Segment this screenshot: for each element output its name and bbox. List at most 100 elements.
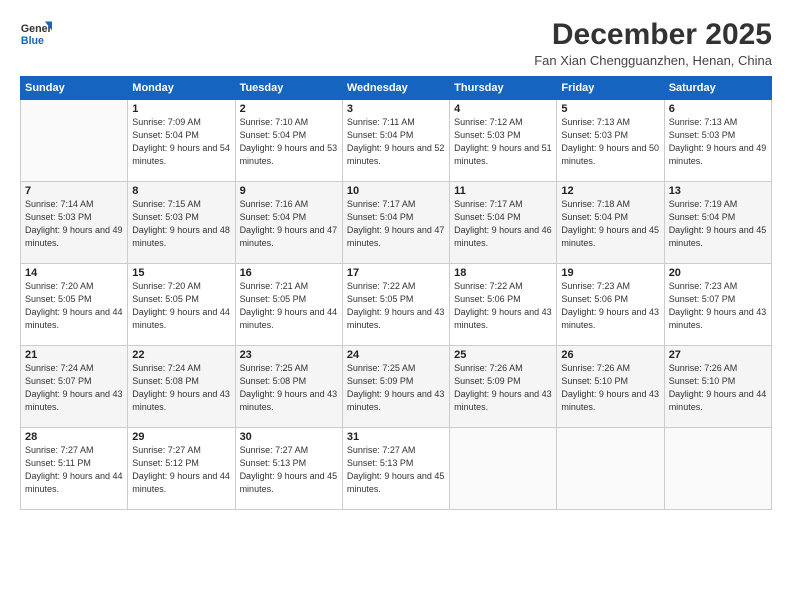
day-number: 5 <box>561 103 659 115</box>
cell-info: Sunrise: 7:27 AMSunset: 5:13 PMDaylight:… <box>240 444 338 496</box>
logo-icon: General Blue <box>20 18 52 50</box>
day-number: 13 <box>669 185 767 197</box>
logo: General Blue <box>20 18 54 50</box>
day-number: 20 <box>669 267 767 279</box>
day-number: 22 <box>132 349 230 361</box>
cell-info: Sunrise: 7:25 AMSunset: 5:09 PMDaylight:… <box>347 362 445 414</box>
cell-info: Sunrise: 7:24 AMSunset: 5:08 PMDaylight:… <box>132 362 230 414</box>
day-number: 29 <box>132 431 230 443</box>
day-cell <box>450 428 557 510</box>
day-number: 6 <box>669 103 767 115</box>
day-cell: 4Sunrise: 7:12 AMSunset: 5:03 PMDaylight… <box>450 100 557 182</box>
day-number: 17 <box>347 267 445 279</box>
day-number: 23 <box>240 349 338 361</box>
cell-info: Sunrise: 7:26 AMSunset: 5:09 PMDaylight:… <box>454 362 552 414</box>
day-number: 12 <box>561 185 659 197</box>
cell-info: Sunrise: 7:12 AMSunset: 5:03 PMDaylight:… <box>454 116 552 168</box>
day-cell: 25Sunrise: 7:26 AMSunset: 5:09 PMDayligh… <box>450 346 557 428</box>
cell-info: Sunrise: 7:22 AMSunset: 5:05 PMDaylight:… <box>347 280 445 332</box>
day-number: 4 <box>454 103 552 115</box>
cell-info: Sunrise: 7:16 AMSunset: 5:04 PMDaylight:… <box>240 198 338 250</box>
day-cell: 27Sunrise: 7:26 AMSunset: 5:10 PMDayligh… <box>664 346 771 428</box>
header-cell-thursday: Thursday <box>450 77 557 100</box>
day-number: 10 <box>347 185 445 197</box>
cell-info: Sunrise: 7:11 AMSunset: 5:04 PMDaylight:… <box>347 116 445 168</box>
day-number: 19 <box>561 267 659 279</box>
location: Fan Xian Chengguanzhen, Henan, China <box>534 53 772 68</box>
calendar-table: SundayMondayTuesdayWednesdayThursdayFrid… <box>20 76 772 510</box>
day-cell: 3Sunrise: 7:11 AMSunset: 5:04 PMDaylight… <box>342 100 449 182</box>
cell-info: Sunrise: 7:27 AMSunset: 5:12 PMDaylight:… <box>132 444 230 496</box>
day-cell: 21Sunrise: 7:24 AMSunset: 5:07 PMDayligh… <box>21 346 128 428</box>
day-cell <box>664 428 771 510</box>
week-row-3: 14Sunrise: 7:20 AMSunset: 5:05 PMDayligh… <box>21 264 772 346</box>
day-cell: 22Sunrise: 7:24 AMSunset: 5:08 PMDayligh… <box>128 346 235 428</box>
day-cell <box>557 428 664 510</box>
day-cell: 7Sunrise: 7:14 AMSunset: 5:03 PMDaylight… <box>21 182 128 264</box>
day-cell: 23Sunrise: 7:25 AMSunset: 5:08 PMDayligh… <box>235 346 342 428</box>
day-cell <box>21 100 128 182</box>
cell-info: Sunrise: 7:26 AMSunset: 5:10 PMDaylight:… <box>561 362 659 414</box>
day-number: 14 <box>25 267 123 279</box>
day-cell: 30Sunrise: 7:27 AMSunset: 5:13 PMDayligh… <box>235 428 342 510</box>
day-cell: 2Sunrise: 7:10 AMSunset: 5:04 PMDaylight… <box>235 100 342 182</box>
cell-info: Sunrise: 7:23 AMSunset: 5:07 PMDaylight:… <box>669 280 767 332</box>
day-cell: 10Sunrise: 7:17 AMSunset: 5:04 PMDayligh… <box>342 182 449 264</box>
svg-text:General: General <box>21 23 52 35</box>
day-cell: 19Sunrise: 7:23 AMSunset: 5:06 PMDayligh… <box>557 264 664 346</box>
day-cell: 24Sunrise: 7:25 AMSunset: 5:09 PMDayligh… <box>342 346 449 428</box>
day-number: 18 <box>454 267 552 279</box>
day-cell: 18Sunrise: 7:22 AMSunset: 5:06 PMDayligh… <box>450 264 557 346</box>
day-cell: 12Sunrise: 7:18 AMSunset: 5:04 PMDayligh… <box>557 182 664 264</box>
day-cell: 15Sunrise: 7:20 AMSunset: 5:05 PMDayligh… <box>128 264 235 346</box>
header-cell-wednesday: Wednesday <box>342 77 449 100</box>
header: General Blue December 2025 Fan Xian Chen… <box>20 18 772 68</box>
day-number: 11 <box>454 185 552 197</box>
cell-info: Sunrise: 7:22 AMSunset: 5:06 PMDaylight:… <box>454 280 552 332</box>
week-row-1: 1Sunrise: 7:09 AMSunset: 5:04 PMDaylight… <box>21 100 772 182</box>
day-cell: 29Sunrise: 7:27 AMSunset: 5:12 PMDayligh… <box>128 428 235 510</box>
day-cell: 5Sunrise: 7:13 AMSunset: 5:03 PMDaylight… <box>557 100 664 182</box>
cell-info: Sunrise: 7:09 AMSunset: 5:04 PMDaylight:… <box>132 116 230 168</box>
cell-info: Sunrise: 7:20 AMSunset: 5:05 PMDaylight:… <box>132 280 230 332</box>
day-number: 7 <box>25 185 123 197</box>
day-number: 30 <box>240 431 338 443</box>
cell-info: Sunrise: 7:27 AMSunset: 5:11 PMDaylight:… <box>25 444 123 496</box>
day-cell: 14Sunrise: 7:20 AMSunset: 5:05 PMDayligh… <box>21 264 128 346</box>
cell-info: Sunrise: 7:10 AMSunset: 5:04 PMDaylight:… <box>240 116 338 168</box>
day-cell: 28Sunrise: 7:27 AMSunset: 5:11 PMDayligh… <box>21 428 128 510</box>
day-number: 8 <box>132 185 230 197</box>
cell-info: Sunrise: 7:13 AMSunset: 5:03 PMDaylight:… <box>561 116 659 168</box>
day-number: 24 <box>347 349 445 361</box>
day-cell: 11Sunrise: 7:17 AMSunset: 5:04 PMDayligh… <box>450 182 557 264</box>
cell-info: Sunrise: 7:18 AMSunset: 5:04 PMDaylight:… <box>561 198 659 250</box>
day-cell: 26Sunrise: 7:26 AMSunset: 5:10 PMDayligh… <box>557 346 664 428</box>
day-number: 1 <box>132 103 230 115</box>
day-number: 25 <box>454 349 552 361</box>
cell-info: Sunrise: 7:14 AMSunset: 5:03 PMDaylight:… <box>25 198 123 250</box>
day-number: 21 <box>25 349 123 361</box>
cell-info: Sunrise: 7:19 AMSunset: 5:04 PMDaylight:… <box>669 198 767 250</box>
header-cell-saturday: Saturday <box>664 77 771 100</box>
day-cell: 1Sunrise: 7:09 AMSunset: 5:04 PMDaylight… <box>128 100 235 182</box>
cell-info: Sunrise: 7:13 AMSunset: 5:03 PMDaylight:… <box>669 116 767 168</box>
cell-info: Sunrise: 7:27 AMSunset: 5:13 PMDaylight:… <box>347 444 445 496</box>
header-row: SundayMondayTuesdayWednesdayThursdayFrid… <box>21 77 772 100</box>
header-cell-friday: Friday <box>557 77 664 100</box>
week-row-2: 7Sunrise: 7:14 AMSunset: 5:03 PMDaylight… <box>21 182 772 264</box>
header-cell-monday: Monday <box>128 77 235 100</box>
day-number: 28 <box>25 431 123 443</box>
day-cell: 16Sunrise: 7:21 AMSunset: 5:05 PMDayligh… <box>235 264 342 346</box>
week-row-5: 28Sunrise: 7:27 AMSunset: 5:11 PMDayligh… <box>21 428 772 510</box>
day-number: 27 <box>669 349 767 361</box>
header-cell-sunday: Sunday <box>21 77 128 100</box>
cell-info: Sunrise: 7:26 AMSunset: 5:10 PMDaylight:… <box>669 362 767 414</box>
cell-info: Sunrise: 7:20 AMSunset: 5:05 PMDaylight:… <box>25 280 123 332</box>
svg-text:Blue: Blue <box>21 35 44 47</box>
day-cell: 9Sunrise: 7:16 AMSunset: 5:04 PMDaylight… <box>235 182 342 264</box>
day-cell: 8Sunrise: 7:15 AMSunset: 5:03 PMDaylight… <box>128 182 235 264</box>
day-number: 31 <box>347 431 445 443</box>
day-cell: 20Sunrise: 7:23 AMSunset: 5:07 PMDayligh… <box>664 264 771 346</box>
day-cell: 13Sunrise: 7:19 AMSunset: 5:04 PMDayligh… <box>664 182 771 264</box>
day-number: 2 <box>240 103 338 115</box>
